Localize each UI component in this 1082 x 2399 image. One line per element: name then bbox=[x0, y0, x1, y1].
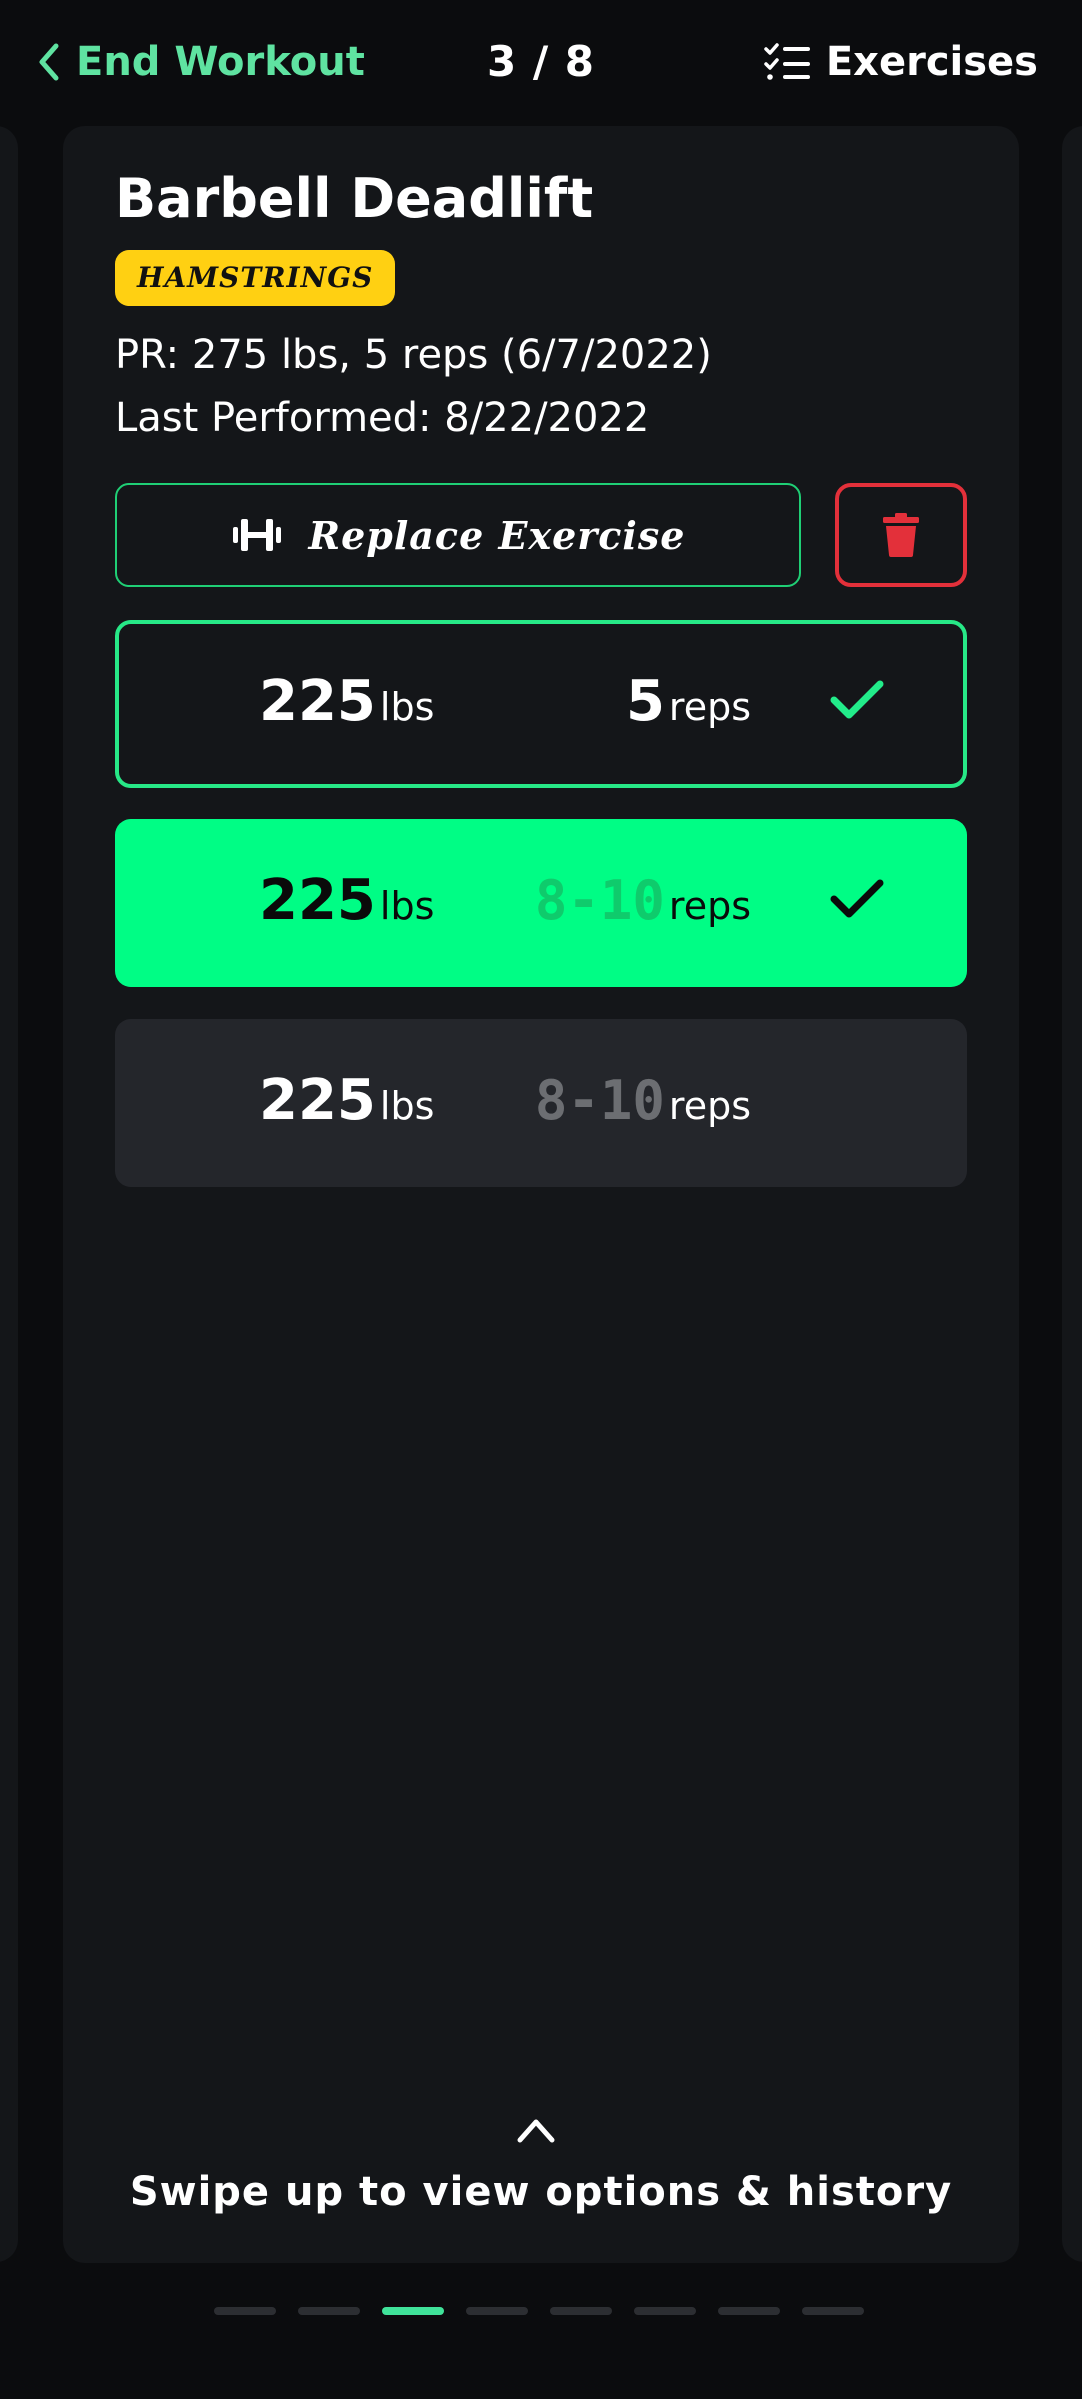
chevron-left-icon bbox=[39, 43, 59, 81]
page-dot-active[interactable] bbox=[382, 2307, 444, 2315]
set-reps[interactable]: 8-10 reps bbox=[535, 1019, 751, 1187]
page-dot[interactable] bbox=[718, 2307, 780, 2315]
weight-unit: lbs bbox=[379, 685, 435, 729]
checkmark-icon[interactable] bbox=[829, 678, 885, 722]
replace-exercise-button[interactable]: Replace Exercise bbox=[115, 483, 801, 587]
previous-exercise-card[interactable] bbox=[0, 126, 18, 2262]
reps-unit: reps bbox=[668, 1084, 751, 1128]
set-row[interactable]: 225 lbs 5 reps bbox=[115, 620, 967, 788]
weight-value: 225 bbox=[259, 1068, 376, 1133]
next-exercise-card[interactable] bbox=[1062, 126, 1082, 2262]
page-dot[interactable] bbox=[550, 2307, 612, 2315]
end-workout-button[interactable]: End Workout bbox=[36, 34, 365, 90]
reps-target: 8-10 bbox=[534, 869, 665, 932]
muscle-group-badge: HAMSTRINGS bbox=[115, 250, 396, 306]
weight-value: 225 bbox=[259, 868, 376, 933]
set-weight[interactable]: 225 lbs bbox=[259, 819, 434, 987]
reps-target: 8-10 bbox=[534, 1069, 665, 1132]
page-dot[interactable] bbox=[634, 2307, 696, 2315]
exercises-button[interactable]: Exercises bbox=[764, 34, 1038, 90]
set-reps[interactable]: 5 reps bbox=[626, 624, 751, 784]
end-workout-label: End Workout bbox=[76, 39, 365, 85]
checklist-icon bbox=[764, 43, 810, 80]
top-bar: End Workout 3 / 8 Exercises bbox=[0, 0, 1082, 125]
replace-exercise-label: Replace Exercise bbox=[308, 512, 686, 558]
weight-unit: lbs bbox=[379, 1084, 435, 1128]
reps-unit: reps bbox=[668, 685, 751, 729]
page-indicator bbox=[214, 2307, 864, 2315]
exercise-title: Barbell Deadlift bbox=[115, 167, 594, 230]
page-dot[interactable] bbox=[298, 2307, 360, 2315]
weight-value: 225 bbox=[259, 669, 376, 734]
page-dot[interactable] bbox=[466, 2307, 528, 2315]
dumbbell-icon bbox=[232, 519, 281, 551]
exercise-card: Barbell Deadlift HAMSTRINGS PR: 275 lbs,… bbox=[63, 126, 1019, 2263]
set-weight[interactable]: 225 lbs bbox=[259, 624, 434, 784]
swipe-hint: Swipe up to view options & history bbox=[129, 2169, 953, 2215]
set-weight[interactable]: 225 lbs bbox=[259, 1019, 434, 1187]
chevron-up-icon[interactable] bbox=[516, 2116, 556, 2144]
set-row[interactable]: 225 lbs 8-10 reps bbox=[115, 1019, 967, 1187]
page-dot[interactable] bbox=[214, 2307, 276, 2315]
reps-unit: reps bbox=[668, 884, 751, 928]
checkmark-icon[interactable] bbox=[829, 877, 885, 921]
last-performed-text: Last Performed: 8/22/2022 bbox=[115, 395, 650, 441]
exercises-label: Exercises bbox=[825, 39, 1038, 85]
reps-value: 5 bbox=[625, 669, 665, 734]
delete-exercise-button[interactable] bbox=[835, 483, 967, 587]
page-dot[interactable] bbox=[802, 2307, 864, 2315]
set-row-active[interactable]: 225 lbs 8-10 reps bbox=[115, 819, 967, 987]
set-reps[interactable]: 8-10 reps bbox=[535, 819, 751, 987]
personal-record-text: PR: 275 lbs, 5 reps (6/7/2022) bbox=[115, 332, 712, 378]
trash-icon bbox=[883, 513, 919, 557]
weight-unit: lbs bbox=[379, 884, 435, 928]
